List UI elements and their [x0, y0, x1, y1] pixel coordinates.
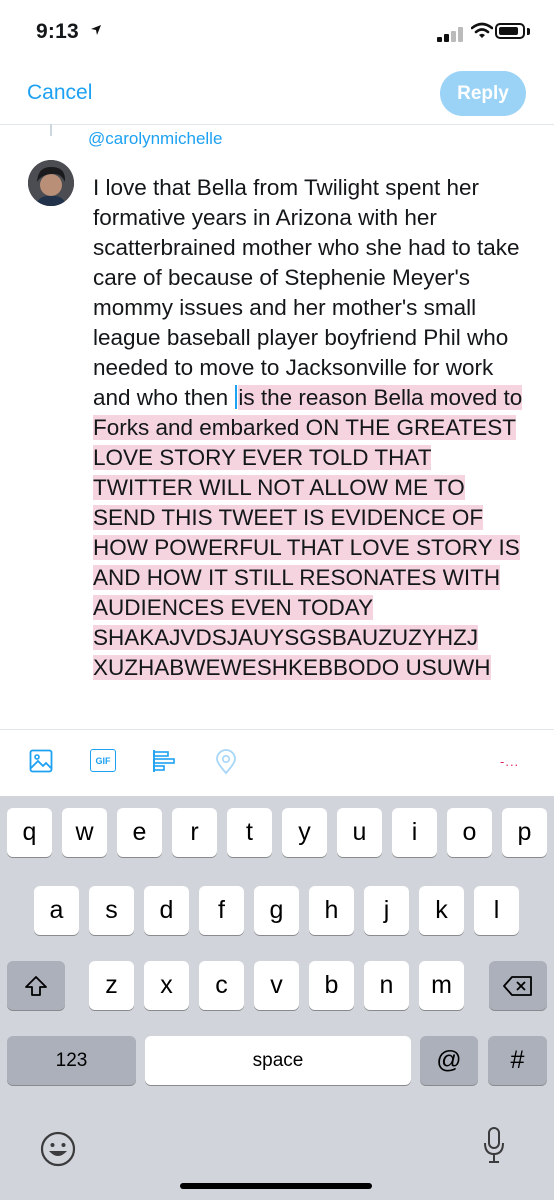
shift-icon — [25, 975, 47, 996]
battery-cap — [527, 28, 530, 35]
cellular-signal-icon — [437, 26, 465, 42]
key-w[interactable]: w — [62, 808, 107, 857]
key-p[interactable]: p — [502, 808, 547, 857]
key-f[interactable]: f — [199, 886, 244, 935]
avatar[interactable] — [28, 160, 74, 206]
hash-key[interactable]: # — [488, 1036, 547, 1085]
tweet-compose-textarea[interactable]: I love that Bella from Twilight spent he… — [93, 173, 533, 733]
tweet-text: I love that Bella from Twilight spent he… — [93, 175, 520, 410]
key-x[interactable]: x — [144, 961, 189, 1010]
header-divider — [0, 124, 554, 125]
key-m[interactable]: m — [419, 961, 464, 1010]
at-key[interactable]: @ — [420, 1036, 478, 1085]
key-r[interactable]: r — [172, 808, 217, 857]
key-s[interactable]: s — [89, 886, 134, 935]
backspace-icon — [503, 975, 532, 996]
reply-button[interactable]: Reply — [440, 71, 526, 116]
key-b[interactable]: b — [309, 961, 354, 1010]
numbers-key[interactable]: 123 — [7, 1036, 136, 1085]
tweet-text-over-limit: is the reason Bella moved to Forks and e… — [93, 385, 523, 680]
key-q[interactable]: q — [7, 808, 52, 857]
status-time: 9:13 — [36, 20, 79, 43]
gif-icon[interactable]: GIF — [90, 749, 116, 772]
home-indicator — [180, 1183, 372, 1189]
key-c[interactable]: c — [199, 961, 244, 1010]
key-d[interactable]: d — [144, 886, 189, 935]
on-screen-keyboard: q w e r t y u i o p a s d f g h j k l z … — [0, 796, 554, 1200]
backspace-key[interactable] — [489, 961, 547, 1010]
location-icon[interactable] — [215, 749, 237, 775]
toolbar-divider — [0, 729, 554, 730]
key-y[interactable]: y — [282, 808, 327, 857]
character-count-over-limit: -... — [500, 754, 520, 769]
key-t[interactable]: t — [227, 808, 272, 857]
space-key[interactable]: space — [145, 1036, 411, 1085]
key-a[interactable]: a — [34, 886, 79, 935]
cancel-button[interactable]: Cancel — [27, 81, 92, 105]
key-v[interactable]: v — [254, 961, 299, 1010]
gif-label: GIF — [95, 755, 111, 766]
wifi-icon — [471, 22, 493, 38]
replying-to-handle[interactable]: @carolynmichelle — [88, 129, 222, 149]
key-l[interactable]: l — [474, 886, 519, 935]
key-g[interactable]: g — [254, 886, 299, 935]
key-z[interactable]: z — [89, 961, 134, 1010]
key-i[interactable]: i — [392, 808, 437, 857]
key-o[interactable]: o — [447, 808, 492, 857]
emoji-icon[interactable] — [40, 1131, 76, 1167]
microphone-icon[interactable] — [482, 1126, 506, 1166]
image-icon[interactable] — [29, 749, 53, 773]
key-n[interactable]: n — [364, 961, 409, 1010]
battery-icon — [495, 23, 525, 39]
shift-key[interactable] — [7, 961, 65, 1010]
key-e[interactable]: e — [117, 808, 162, 857]
key-u[interactable]: u — [337, 808, 382, 857]
key-h[interactable]: h — [309, 886, 354, 935]
key-k[interactable]: k — [419, 886, 464, 935]
poll-icon[interactable] — [152, 749, 178, 773]
thread-connector-line — [50, 124, 52, 136]
location-arrow-icon — [91, 25, 101, 35]
key-j[interactable]: j — [364, 886, 409, 935]
